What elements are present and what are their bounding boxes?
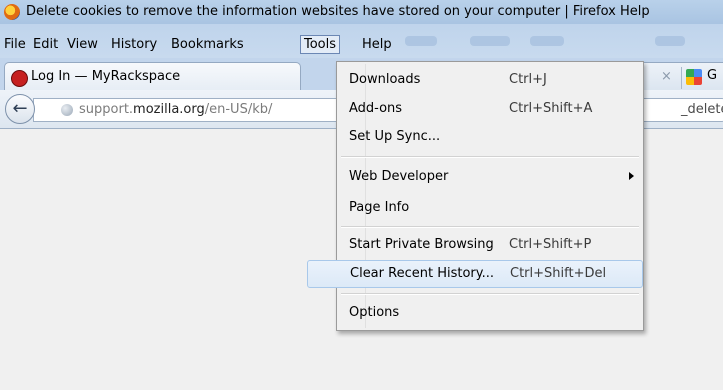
menu-separator (341, 293, 639, 295)
menu-item-label: Web Developer (349, 169, 449, 184)
tab-rackspace[interactable]: Log In — MyRackspace (4, 62, 301, 91)
window-title: Delete cookies to remove the information… (26, 4, 650, 19)
blurred-bookmark (655, 36, 685, 46)
blurred-bookmark (530, 36, 564, 46)
menu-separator (341, 156, 639, 158)
menu-item-label: Set Up Sync... (349, 129, 441, 144)
url-host: mozilla.org (133, 102, 205, 117)
menu-item-shortcut: Ctrl+J (509, 72, 547, 87)
menu-item-start-private-browsing[interactable]: Start Private Browsing Ctrl+Shift+P (339, 232, 641, 258)
menu-item-shortcut: Ctrl+Shift+P (509, 237, 592, 252)
tab-google[interactable]: × G (640, 62, 723, 91)
back-button[interactable]: ← (5, 94, 35, 124)
rackspace-icon (11, 70, 28, 87)
close-icon[interactable]: × (661, 69, 672, 84)
menu-item-label: Page Info (349, 200, 410, 215)
url-host-prefix: support. (79, 102, 134, 117)
blurred-bookmark (470, 36, 510, 46)
tab-title: G (707, 68, 718, 83)
menu-item-label: Clear Recent History... (350, 266, 494, 281)
menu-item-web-developer[interactable]: Web Developer (339, 164, 641, 190)
menu-item-label: Add-ons (349, 101, 403, 116)
firefox-icon[interactable] (4, 4, 20, 20)
menu-item-shortcut: Ctrl+Shift+Del (510, 266, 607, 281)
menu-bar: File Edit View History Bookmarks Tools H… (0, 24, 723, 58)
menu-bookmarks[interactable]: Bookmarks (171, 37, 244, 52)
menu-view[interactable]: View (67, 37, 98, 52)
menu-item-label: Downloads (349, 72, 421, 87)
site-identity-icon[interactable] (61, 104, 73, 116)
title-bar: Delete cookies to remove the information… (0, 0, 723, 24)
menu-item-downloads[interactable]: Downloads Ctrl+J (339, 67, 641, 93)
tools-menu: Downloads Ctrl+J Add-ons Ctrl+Shift+A Se… (307, 61, 644, 331)
google-icon (686, 69, 702, 85)
menu-tools[interactable]: Tools (300, 35, 341, 54)
submenu-arrow-icon (629, 172, 634, 180)
menu-item-label: Options (349, 305, 400, 320)
tab-title: Log In — MyRackspace (31, 69, 181, 84)
menu-item-add-ons[interactable]: Add-ons Ctrl+Shift+A (339, 96, 641, 122)
menu-item-clear-recent-history[interactable]: Clear Recent History... Ctrl+Shift+Del (307, 260, 643, 288)
menu-item-options[interactable]: Options (339, 300, 641, 326)
tab-divider (681, 67, 682, 89)
menu-help[interactable]: Help (362, 37, 392, 52)
menu-item-label: Start Private Browsing (349, 237, 494, 252)
url-text: support.mozilla.org/en-US/kb/ (79, 102, 272, 117)
blurred-bookmark (405, 36, 437, 46)
url-path: /en-US/kb/ (204, 102, 273, 117)
menu-item-page-info[interactable]: Page Info (339, 195, 641, 221)
menu-file[interactable]: File (4, 37, 26, 52)
menu-history[interactable]: History (111, 37, 157, 52)
menu-edit[interactable]: Edit (33, 37, 58, 52)
back-arrow-icon: ← (12, 98, 28, 119)
menu-item-shortcut: Ctrl+Shift+A (509, 101, 593, 116)
menu-item-set-up-sync[interactable]: Set Up Sync... (339, 124, 641, 150)
menu-separator (341, 226, 639, 228)
url-tail: _delete-all- (681, 102, 723, 117)
